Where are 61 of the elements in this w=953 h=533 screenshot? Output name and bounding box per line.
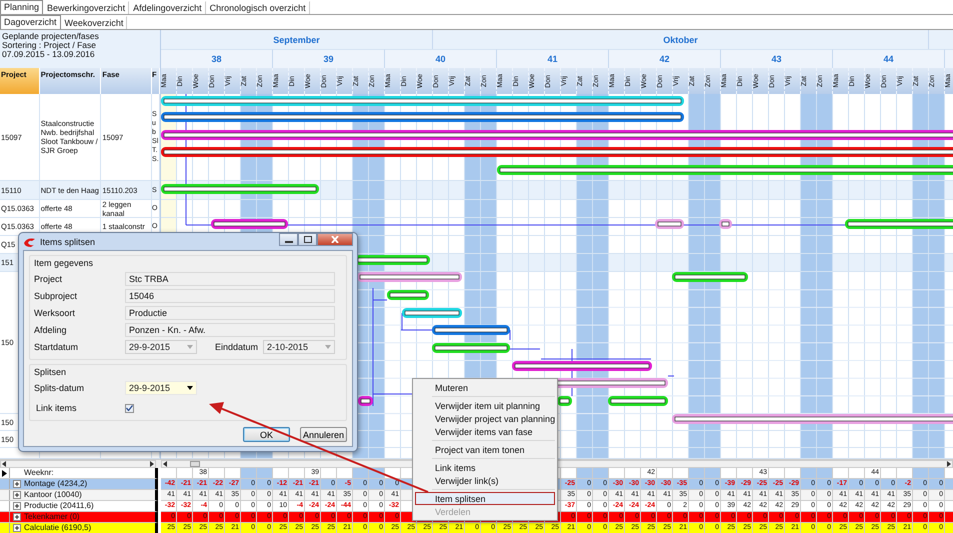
app-logo-icon — [23, 236, 36, 246]
text-field[interactable]: 15046 — [125, 289, 335, 303]
gantt-bar — [387, 290, 429, 300]
maximize-icon — [304, 236, 312, 243]
menu-item[interactable]: Project van item tonen — [415, 443, 555, 456]
checkbox[interactable] — [125, 404, 134, 412]
menu-item[interactable]: Verwijder items van fase — [415, 425, 555, 438]
week-number: 42 — [659, 54, 670, 64]
dropdown-caret-icon — [187, 345, 193, 349]
dialog-title: Items splitsen — [40, 236, 96, 246]
menu-item[interactable]: Verwijder item uit planning — [415, 399, 555, 412]
week-number: 39 — [323, 54, 334, 64]
menu-item[interactable]: Muteren — [415, 381, 555, 394]
info-text: Geplande projecten/fases — [2, 32, 100, 41]
minimize-button[interactable] — [279, 233, 298, 246]
expand-icon — [13, 480, 21, 488]
menu-item[interactable]: Item splitsen — [415, 492, 555, 505]
month-label: Oktober — [663, 34, 698, 44]
week-number: 41 — [547, 54, 558, 64]
maximize-button[interactable] — [298, 233, 317, 246]
text-field[interactable]: Stc TRBA — [125, 272, 335, 286]
gantt-bar — [402, 308, 462, 318]
tab[interactable]: Dagoverzicht — [0, 15, 61, 29]
tab[interactable]: Weekoverzicht — [60, 16, 128, 29]
scroll-left-icon — [1, 461, 7, 467]
month-label: September — [273, 34, 320, 44]
week-number: 38 — [211, 54, 222, 64]
scroll-right-icon — [946, 461, 952, 467]
menu-item[interactable]: Verwijder link(s) — [415, 474, 555, 487]
scroll-right-icon — [149, 461, 155, 467]
info-text: 07.09.2015 - 13.09.2016 — [2, 50, 96, 59]
date-field[interactable]: 29-9-2015 — [125, 381, 197, 395]
check-icon — [126, 405, 133, 411]
close-icon — [331, 236, 339, 243]
gantt-bar — [719, 219, 732, 229]
expand-icon — [13, 524, 21, 532]
menu-item[interactable]: Link items — [415, 461, 555, 474]
info-text: Sortering : Project / Fase — [2, 41, 96, 50]
field-label: Einddatum — [215, 342, 260, 352]
gantt-bar — [557, 396, 572, 406]
scrollbar[interactable] — [0, 460, 156, 468]
text-field[interactable]: Ponzen - Kn. - Afw. — [125, 323, 335, 337]
dropdown-caret-icon — [325, 345, 331, 349]
dropdown-caret-icon — [187, 386, 193, 390]
close-button[interactable] — [317, 233, 353, 246]
week-number: 40 — [435, 54, 446, 64]
scroll-left-icon — [162, 461, 168, 467]
gantt-bar — [358, 396, 373, 406]
dialog-button[interactable]: OK — [243, 427, 290, 442]
text-field[interactable]: Productie — [125, 306, 335, 320]
scrollbar-thumb[interactable] — [190, 461, 200, 467]
row-label[interactable]: Weeknr: — [24, 468, 54, 478]
week-number: 43 — [771, 54, 782, 64]
row-label[interactable]: Productie (20411,6) — [24, 501, 94, 511]
dialog-button[interactable]: Annuleren — [300, 427, 347, 442]
menu-item[interactable]: Verwijder project van planning — [415, 412, 555, 425]
tab[interactable]: Planning — [0, 0, 44, 14]
gantt-bar — [608, 396, 668, 406]
gantt-bar — [655, 219, 684, 229]
tab[interactable]: Chronologisch overzicht — [206, 1, 310, 14]
week-number: 44 — [883, 54, 894, 64]
